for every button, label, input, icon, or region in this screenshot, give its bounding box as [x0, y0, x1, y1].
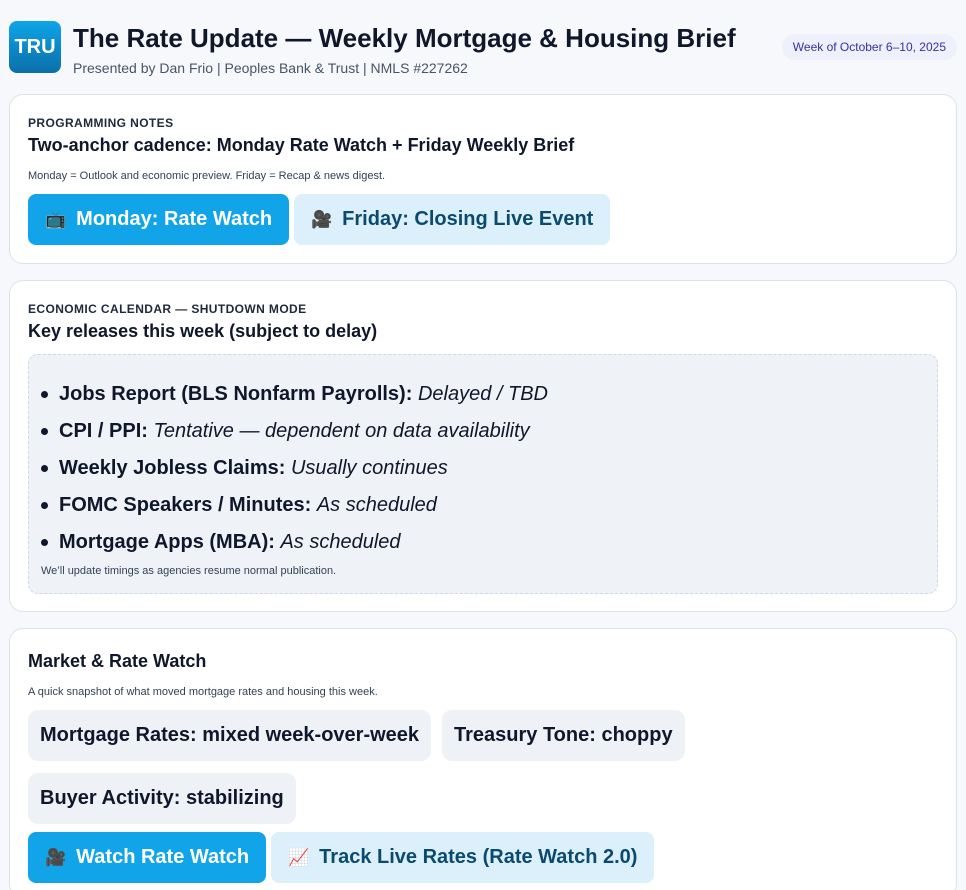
bullet-icon: [41, 391, 48, 398]
presenter-line: Presented by Dan Frio | Peoples Bank & T…: [73, 60, 468, 76]
calendar-note: We’ll update timings as agencies resume …: [41, 565, 337, 577]
market-rate-watch-card: Market & Rate Watch A quick snapshot of …: [9, 628, 957, 890]
video-camera-icon: 🎥: [311, 209, 333, 229]
release-item-mortgage-apps: Mortgage Apps (MBA): As scheduled: [41, 527, 548, 564]
calendar-title: Key releases this week (subject to delay…: [28, 321, 378, 341]
bullet-icon: [41, 502, 48, 509]
release-list: Jobs Report (BLS Nonfarm Payrolls): Dela…: [41, 379, 548, 564]
bullet-icon: [41, 465, 48, 472]
release-label: Jobs Report (BLS Nonfarm Payrolls):: [59, 383, 418, 405]
watch-rate-watch-button[interactable]: 🎥 Watch Rate Watch: [28, 832, 267, 883]
track-live-rates-button[interactable]: 📈 Track Live Rates (Rate Watch 2.0): [271, 832, 655, 883]
release-status: As scheduled: [280, 531, 401, 553]
page-title: The Rate Update — Weekly Mortgage & Hous…: [73, 23, 736, 53]
release-status: Delayed / TBD: [417, 383, 548, 405]
release-item-cpi-ppi: CPI / PPI: Tentative — dependent on data…: [41, 416, 548, 453]
programming-notes-card: PROGRAMMING NOTES Two-anchor cadence: Mo…: [9, 94, 957, 264]
chip-treasury-tone: Treasury Tone: choppy: [442, 710, 685, 761]
friday-live-event-label: Friday: Closing Live Event: [342, 208, 594, 230]
calendar-releases-box: Jobs Report (BLS Nonfarm Payrolls): Dela…: [28, 354, 938, 594]
bullet-icon: [41, 539, 48, 546]
release-item-jobs-report: Jobs Report (BLS Nonfarm Payrolls): Dela…: [41, 379, 548, 416]
tv-icon: 📺: [45, 209, 67, 229]
release-item-jobless-claims: Weekly Jobless Claims: Usually continues: [41, 453, 548, 490]
video-camera-icon: 🎥: [45, 847, 67, 867]
bullet-icon: [41, 428, 48, 435]
release-label: Weekly Jobless Claims:: [59, 457, 291, 479]
market-note: A quick snapshot of what moved mortgage …: [28, 686, 378, 698]
monday-rate-watch-label: Monday: Rate Watch: [76, 208, 273, 230]
friday-live-event-button[interactable]: 🎥 Friday: Closing Live Event: [294, 194, 611, 245]
market-title: Market & Rate Watch: [28, 651, 207, 671]
economic-calendar-card: ECONOMIC CALENDAR — SHUTDOWN MODE Key re…: [9, 280, 957, 612]
release-status: As scheduled: [316, 494, 437, 516]
track-live-rates-label: Track Live Rates (Rate Watch 2.0): [319, 846, 638, 868]
week-badge: Week of October 6–10, 2025: [781, 34, 957, 60]
release-status: Usually continues: [290, 457, 448, 479]
programming-kicker: PROGRAMMING NOTES: [28, 116, 174, 130]
watch-rate-watch-label: Watch Rate Watch: [76, 846, 250, 868]
page-header: TRU The Rate Update — Weekly Mortgage & …: [9, 21, 957, 77]
release-item-fomc: FOMC Speakers / Minutes: As scheduled: [41, 490, 548, 527]
programming-note: Monday = Outlook and economic preview. F…: [28, 170, 386, 182]
release-label: FOMC Speakers / Minutes:: [59, 494, 317, 516]
release-label: CPI / PPI:: [59, 420, 154, 442]
monday-rate-watch-button[interactable]: 📺 Monday: Rate Watch: [28, 194, 290, 245]
programming-title: Two-anchor cadence: Monday Rate Watch + …: [28, 135, 575, 155]
release-label: Mortgage Apps (MBA):: [59, 531, 281, 553]
chip-buyer-activity: Buyer Activity: stabilizing: [28, 773, 296, 824]
tru-logo: TRU: [9, 21, 61, 73]
chart-increasing-icon: 📈: [288, 847, 310, 867]
calendar-kicker: ECONOMIC CALENDAR — SHUTDOWN MODE: [28, 302, 307, 316]
chip-mortgage-rates: Mortgage Rates: mixed week-over-week: [28, 710, 432, 761]
release-status: Tentative — dependent on data availabili…: [153, 420, 530, 442]
